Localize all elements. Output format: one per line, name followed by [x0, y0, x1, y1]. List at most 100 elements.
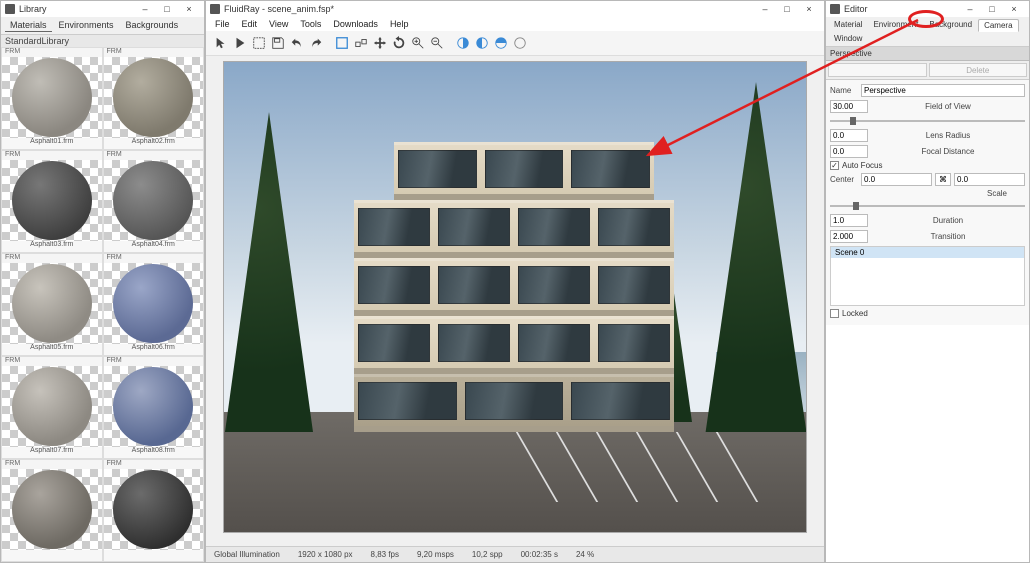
close-button[interactable]: ×: [798, 2, 820, 16]
material-thumb[interactable]: FRM: [1, 459, 103, 562]
format-tag: FRM: [2, 460, 102, 469]
material-thumb[interactable]: FRMAsphalt05.frm: [1, 253, 103, 356]
autofocus-checkbox[interactable]: ✓ Auto Focus: [830, 161, 1025, 170]
editor-tabs: Material Environment Background Camera W…: [826, 17, 1029, 47]
status-bar: Global Illumination 1920 x 1080 px 8,83 …: [206, 546, 824, 562]
editor-window: Editor – □ × Material Environment Backgr…: [825, 0, 1030, 563]
minimize-button[interactable]: –: [754, 2, 776, 16]
app-logo-icon: [830, 4, 840, 14]
material-thumb[interactable]: FRMAsphalt01.frm: [1, 47, 103, 150]
material-name: Asphalt06.frm: [104, 344, 204, 355]
library-window: Library – □ × Materials Environments Bac…: [0, 0, 205, 563]
minimize-button[interactable]: –: [134, 2, 156, 16]
maximize-button[interactable]: □: [981, 2, 1003, 16]
center-label: Center: [830, 175, 858, 184]
focal-value[interactable]: 0.0: [830, 145, 868, 158]
status-spp: 10,2 spp: [472, 550, 503, 559]
scale-value[interactable]: 0.0: [954, 173, 1025, 186]
zoom-in-icon[interactable]: [409, 34, 427, 52]
exposure-a-icon[interactable]: [454, 34, 472, 52]
delete-button[interactable]: Delete: [929, 63, 1028, 77]
exposure-b-icon[interactable]: [473, 34, 491, 52]
rotate-tool-icon[interactable]: [390, 34, 408, 52]
material-thumb[interactable]: FRM: [103, 459, 205, 562]
format-tag: FRM: [104, 254, 204, 263]
transition-value[interactable]: 2.000: [830, 230, 868, 243]
locked-checkbox[interactable]: Locked: [830, 309, 1025, 318]
frame-tool-icon[interactable]: [333, 34, 351, 52]
status-msps: 9,20 msps: [417, 550, 454, 559]
section-perspective[interactable]: Perspective: [826, 47, 1029, 61]
menu-edit[interactable]: Edit: [237, 18, 263, 30]
material-thumb[interactable]: FRMAsphalt02.frm: [103, 47, 205, 150]
format-tag: FRM: [2, 151, 102, 160]
tab-environment[interactable]: Environment: [868, 19, 923, 32]
cursor-tool-icon[interactable]: [212, 34, 230, 52]
material-name: Asphalt05.frm: [2, 344, 102, 355]
exposure-c-icon[interactable]: [492, 34, 510, 52]
tab-background[interactable]: Background: [924, 19, 977, 32]
region-tool-icon[interactable]: [250, 34, 268, 52]
maximize-button[interactable]: □: [776, 2, 798, 16]
material-name: Asphalt08.frm: [104, 447, 204, 458]
fov-value[interactable]: 30.00: [830, 100, 868, 113]
menu-file[interactable]: File: [210, 18, 235, 30]
maximize-button[interactable]: □: [156, 2, 178, 16]
save-icon[interactable]: [269, 34, 287, 52]
minimize-button[interactable]: –: [959, 2, 981, 16]
material-thumb[interactable]: FRM Asphalt06.frm: [103, 253, 205, 356]
material-thumb[interactable]: FRMAsphalt07.frm: [1, 356, 103, 459]
name-label: Name: [830, 86, 858, 95]
close-button[interactable]: ×: [1003, 2, 1025, 16]
format-tag: FRM: [2, 357, 102, 366]
autofocus-label: Auto Focus: [842, 161, 882, 170]
material-name: Asphalt02.frm: [104, 138, 204, 149]
material-thumb[interactable]: FRMAsphalt04.frm: [103, 150, 205, 253]
tab-environments[interactable]: Environments: [54, 19, 119, 32]
play-icon[interactable]: [231, 34, 249, 52]
name-field[interactable]: Perspective: [861, 84, 1025, 97]
fov-slider[interactable]: [830, 116, 1025, 126]
move-tool-icon[interactable]: [371, 34, 389, 52]
new-button[interactable]: [828, 63, 927, 77]
zoom-out-icon[interactable]: [428, 34, 446, 52]
scale-label: Scale: [987, 189, 1007, 198]
exposure-none-icon[interactable]: [511, 34, 529, 52]
tab-materials[interactable]: Materials: [5, 19, 52, 32]
scene-list[interactable]: Scene 0: [830, 246, 1025, 306]
material-thumb[interactable]: FRMAsphalt03.frm: [1, 150, 103, 253]
duration-value[interactable]: 1.0: [830, 214, 868, 227]
material-name: [104, 550, 204, 561]
scale-lock-icon[interactable]: ⌘: [935, 173, 951, 186]
app-logo-icon: [5, 4, 15, 14]
scene-item[interactable]: Scene 0: [831, 247, 1024, 258]
viewport-wrap: [206, 56, 824, 546]
library-group[interactable]: StandardLibrary: [1, 35, 204, 47]
snap-tool-icon[interactable]: [352, 34, 370, 52]
library-tabs: Materials Environments Backgrounds: [1, 17, 204, 35]
status-fps: 8,83 fps: [371, 550, 399, 559]
main-titlebar: FluidRay - scene_anim.fsp* – □ ×: [206, 1, 824, 17]
material-grid: FRMAsphalt01.frmFRMAsphalt02.frmFRMAspha…: [1, 47, 204, 562]
main-menubar: File Edit View Tools Downloads Help: [206, 17, 824, 31]
tab-backgrounds[interactable]: Backgrounds: [121, 19, 184, 32]
editor-title: Editor: [844, 4, 959, 14]
center-slider[interactable]: [830, 201, 1025, 211]
lens-radius-value[interactable]: 0.0: [830, 129, 868, 142]
editor-titlebar: Editor – □ ×: [826, 1, 1029, 17]
material-thumb[interactable]: FRMAsphalt08.frm: [103, 356, 205, 459]
undo-icon[interactable]: [288, 34, 306, 52]
menu-downloads[interactable]: Downloads: [328, 18, 383, 30]
tab-material[interactable]: Material: [829, 19, 867, 32]
tab-camera[interactable]: Camera: [978, 19, 1018, 32]
menu-help[interactable]: Help: [385, 18, 414, 30]
main-toolbar: [206, 31, 824, 56]
menu-view[interactable]: View: [264, 18, 293, 30]
render-viewport[interactable]: [224, 62, 806, 532]
tab-window[interactable]: Window: [829, 33, 867, 44]
redo-icon[interactable]: [307, 34, 325, 52]
menu-tools[interactable]: Tools: [295, 18, 326, 30]
material-name: [2, 550, 102, 561]
close-button[interactable]: ×: [178, 2, 200, 16]
center-value[interactable]: 0.0: [861, 173, 932, 186]
